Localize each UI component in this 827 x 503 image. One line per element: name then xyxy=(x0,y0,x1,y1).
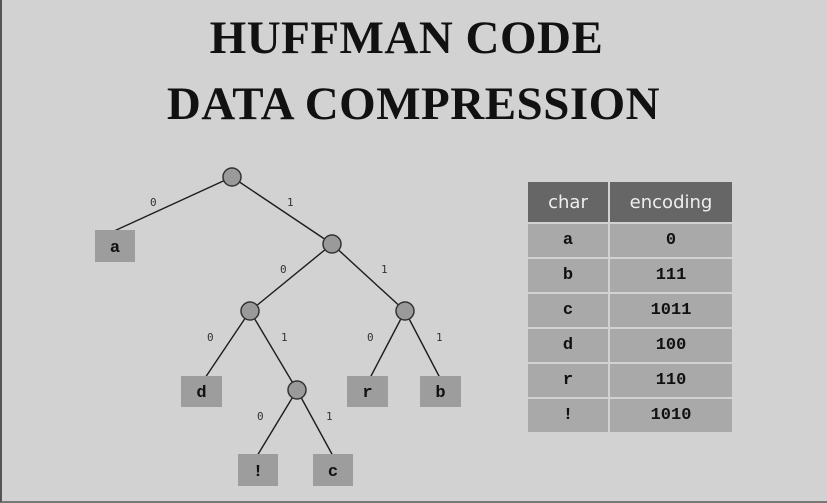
leaf-d-label: d xyxy=(196,384,206,403)
leaf-d: d xyxy=(181,376,222,407)
cell-char: r xyxy=(528,364,608,397)
cell-encoding: 0 xyxy=(610,224,732,257)
table-row: a 0 xyxy=(528,224,732,257)
tree-node-1 xyxy=(322,234,342,254)
tree-node-3 xyxy=(395,301,415,321)
edge-n4-c xyxy=(296,389,334,457)
edge-n2-n4 xyxy=(249,310,298,391)
leaf-excl: ! xyxy=(238,454,278,486)
bit-n4-excl: 0 xyxy=(257,410,264,423)
cell-char: a xyxy=(528,224,608,257)
bit-n2-n4: 1 xyxy=(281,331,288,344)
bit-n1-n3: 1 xyxy=(381,263,388,276)
tree-node-4 xyxy=(287,380,307,400)
bit-n3-b: 1 xyxy=(436,331,443,344)
edge-root-a xyxy=(111,176,233,233)
cell-char: ! xyxy=(528,399,608,432)
leaf-excl-label: ! xyxy=(253,463,263,482)
cell-encoding: 111 xyxy=(610,259,732,292)
leaf-a: a xyxy=(95,230,135,262)
table-row: r 110 xyxy=(528,364,732,397)
header-encoding: encoding xyxy=(610,182,732,222)
leaf-b: b xyxy=(420,376,461,407)
leaf-a-label: a xyxy=(110,239,120,258)
leaf-c-label: c xyxy=(328,463,338,482)
cell-encoding: 110 xyxy=(610,364,732,397)
table-row: b 111 xyxy=(528,259,732,292)
edge-n1-n2 xyxy=(249,243,333,312)
leaf-r-label: r xyxy=(362,384,372,403)
cell-char: c xyxy=(528,294,608,327)
bit-n2-d: 0 xyxy=(207,331,214,344)
leaf-r: r xyxy=(347,376,388,407)
table-row: c 1011 xyxy=(528,294,732,327)
huffman-tree: 0 1 0 1 0 1 0 1 0 1 a d r b ! c xyxy=(95,167,461,486)
bit-n1-n2: 0 xyxy=(280,263,287,276)
edge-n3-b xyxy=(404,310,441,379)
encoding-table: char encoding a 0 b 111 c 1011 d 100 r 1… xyxy=(526,180,734,434)
cell-encoding: 1010 xyxy=(610,399,732,432)
table-header-row: char encoding xyxy=(528,182,732,222)
edge-n2-d xyxy=(204,310,251,379)
cell-encoding: 100 xyxy=(610,329,732,362)
header-char: char xyxy=(528,182,608,222)
bit-n3-r: 0 xyxy=(367,331,374,344)
bit-root-a: 0 xyxy=(150,196,157,209)
bit-n4-c: 1 xyxy=(326,410,333,423)
table-row: d 100 xyxy=(528,329,732,362)
edge-n3-r xyxy=(369,310,406,379)
cell-char: d xyxy=(528,329,608,362)
bit-root-n1: 1 xyxy=(287,196,294,209)
edge-n4-excl xyxy=(256,389,298,457)
cell-encoding: 1011 xyxy=(610,294,732,327)
leaf-b-label: b xyxy=(435,384,445,403)
tree-node-2 xyxy=(240,301,260,321)
table-row: ! 1010 xyxy=(528,399,732,432)
edge-n1-n3 xyxy=(331,243,406,312)
tree-node-root xyxy=(222,167,242,187)
cell-char: b xyxy=(528,259,608,292)
leaf-c: c xyxy=(313,454,353,486)
edge-root-n1 xyxy=(231,176,333,245)
